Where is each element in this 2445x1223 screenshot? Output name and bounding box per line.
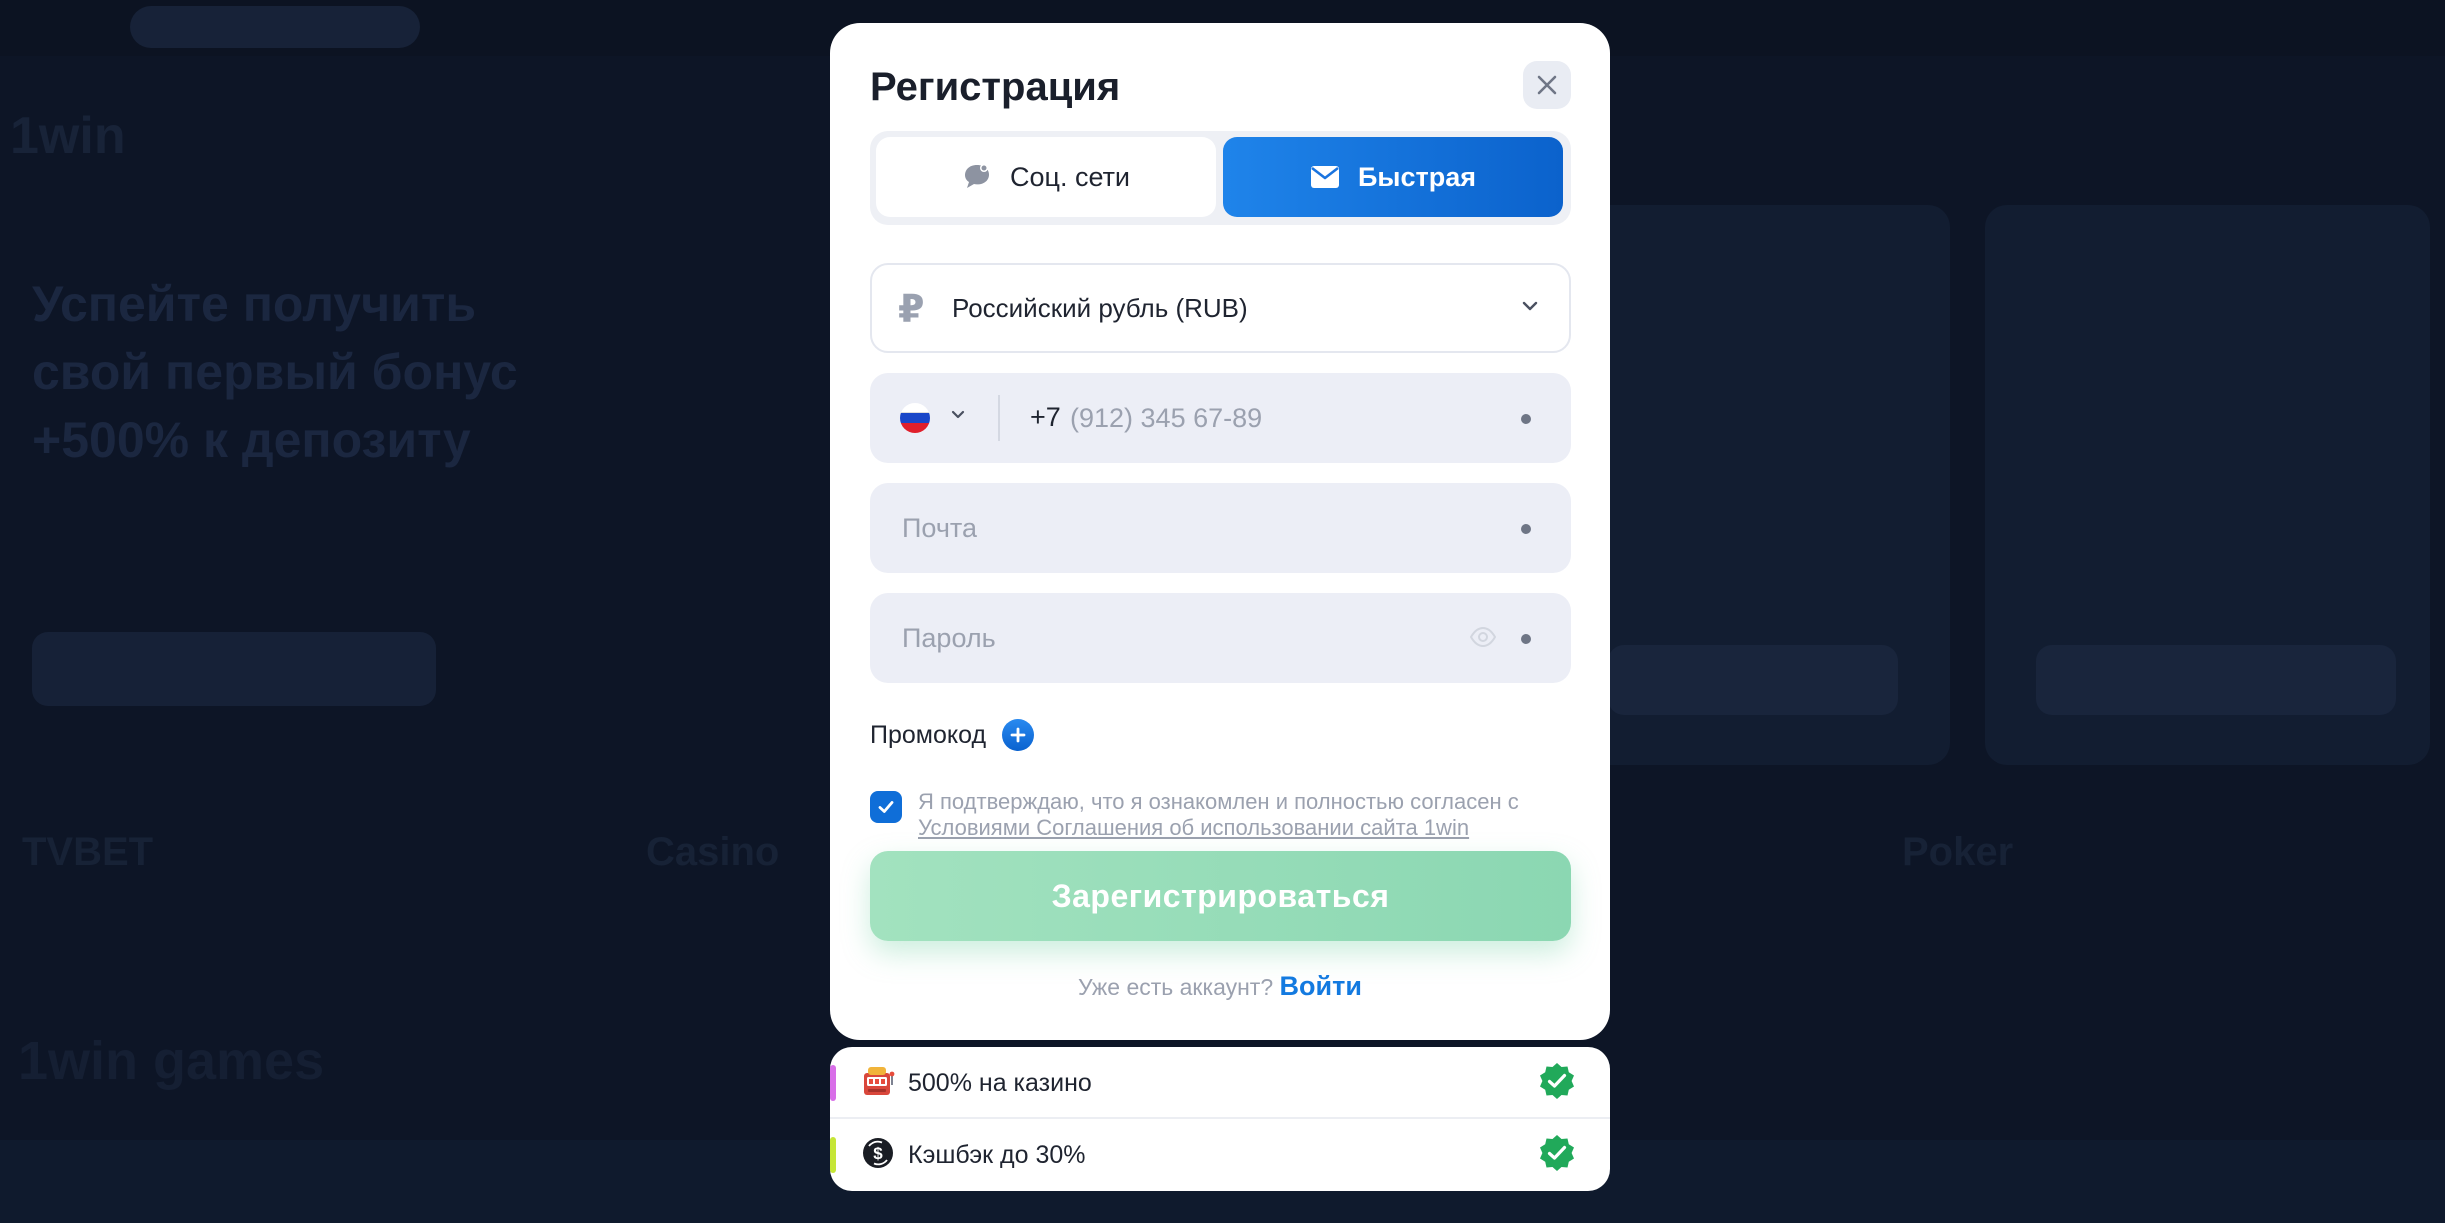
password-input[interactable] — [902, 615, 1442, 661]
phone-field: +7 — [870, 373, 1571, 463]
agreement-checkbox[interactable] — [870, 791, 902, 823]
promo-code-toggle[interactable]: Промокод — [870, 719, 1035, 751]
bonus-stripe — [830, 1137, 836, 1173]
ruble-icon: ₽ — [898, 289, 925, 331]
slot-machine-icon — [864, 1067, 895, 1095]
background-category: TVBET — [22, 830, 154, 874]
agreement-text: Я подтверждаю, что я ознакомлен и полнос… — [918, 789, 1578, 841]
modal-title: Регистрация — [870, 65, 1121, 109]
background-hero-text: Успейте получить свой первый бонус +500%… — [32, 276, 518, 468]
cashback-coin-icon: $ — [863, 1138, 893, 1168]
chevron-down-icon — [1522, 301, 1538, 311]
tab-social-label: Соц. сети — [1009, 161, 1131, 192]
bonus-text: 500% на казино — [908, 1069, 1092, 1097]
chat-bubble-icon — [964, 164, 989, 188]
background-card-button — [2036, 645, 2396, 715]
svg-text:$: $ — [873, 1144, 883, 1163]
agreement-statement: Я подтверждаю, что я ознакомлен и полнос… — [918, 789, 1519, 814]
registration-modal: Регистрация Соц. сети Быстрая ₽ Российск… — [830, 23, 1610, 1040]
required-indicator — [1521, 524, 1531, 534]
background-card-button — [1608, 645, 1898, 715]
phone-input[interactable] — [1070, 395, 1470, 441]
bonus-text: Кэшбэк до 30% — [908, 1141, 1086, 1169]
background-category: Casino — [646, 830, 780, 874]
currency-select[interactable]: ₽ Российский рубль (RUB) — [870, 263, 1571, 353]
terms-link[interactable]: Условиями Соглашения об использовании са… — [918, 815, 1469, 840]
background-top-pill — [130, 6, 420, 48]
login-row: Уже есть аккаунт? Войти — [830, 971, 1610, 1002]
russia-flag-icon[interactable] — [900, 403, 930, 433]
eye-icon[interactable] — [1469, 625, 1497, 649]
tab-social[interactable]: Соц. сети — [876, 137, 1216, 217]
close-icon — [1537, 75, 1557, 95]
country-chevron-icon[interactable] — [948, 405, 968, 425]
required-indicator — [1521, 414, 1531, 424]
register-button[interactable]: Зарегистрироваться — [870, 851, 1571, 941]
password-field — [870, 593, 1571, 683]
checkmark-icon — [878, 801, 894, 813]
bonus-stripe — [830, 1065, 836, 1101]
phone-country-code: +7 — [1030, 402, 1061, 432]
login-link[interactable]: Войти — [1280, 971, 1362, 1001]
background-logo: 1win — [10, 107, 126, 165]
close-button[interactable] — [1523, 61, 1571, 109]
email-input[interactable] — [902, 505, 1442, 551]
bonus-item: $ Кэшбэк до 30% — [830, 1119, 1610, 1191]
login-question: Уже есть аккаунт? — [1078, 974, 1274, 1000]
envelope-icon — [1311, 166, 1340, 188]
plus-icon[interactable] — [1002, 719, 1035, 751]
tab-fast[interactable]: Быстрая — [1223, 137, 1563, 217]
tab-fast-label: Быстрая — [1358, 161, 1476, 192]
currency-value: Российский рубль (RUB) — [952, 293, 1248, 323]
required-indicator — [1521, 634, 1531, 644]
registration-tabs: Соц. сети Быстрая — [870, 131, 1571, 225]
background-category: Poker — [1902, 830, 2014, 874]
background-hero-button — [32, 632, 436, 706]
bonus-item: 500% на казино — [830, 1047, 1610, 1117]
verified-badge-icon — [1540, 1135, 1574, 1171]
phone-separator — [998, 395, 1000, 441]
background-section-title: 1win games — [18, 1031, 325, 1091]
verified-badge-icon — [1540, 1063, 1574, 1099]
email-field — [870, 483, 1571, 573]
promo-code-label: Промокод — [870, 720, 987, 749]
